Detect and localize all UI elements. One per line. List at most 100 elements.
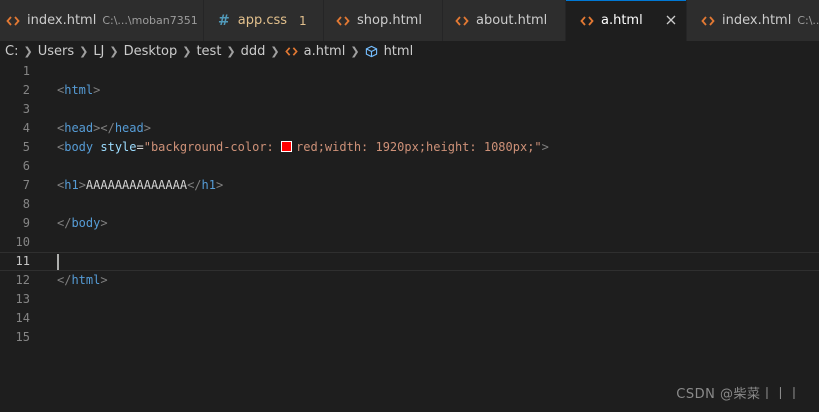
- code-line: 7 <h1>AAAAAAAAAAAAAA</h1>: [0, 176, 819, 195]
- breadcrumb-item-drive[interactable]: C:: [5, 44, 18, 59]
- tab-shop-html[interactable]: shop.html: [324, 0, 443, 41]
- code-editor[interactable]: 1 2 <html> 3 4 <head></head> 5 <body sty…: [0, 62, 819, 412]
- line-number: 1: [22, 64, 30, 78]
- code-content: <h1>AAAAAAAAAAAAAA</h1>: [57, 176, 223, 195]
- line-number: 11: [15, 254, 30, 268]
- tag-name: head: [114, 121, 144, 135]
- tag-bracket: </: [187, 178, 202, 192]
- chevron-right-icon: ❯: [23, 45, 33, 58]
- tag-bracket: >: [143, 121, 151, 135]
- tag-bracket: </: [57, 216, 72, 230]
- tab-index-html[interactable]: index.html C:\...\moban7351: [0, 0, 204, 41]
- line-number: 13: [15, 292, 30, 306]
- tag-bracket: >: [541, 140, 549, 154]
- symbol-cube-icon: [365, 45, 377, 58]
- css-hash-icon: #: [218, 12, 230, 29]
- code-content: </body>: [57, 214, 108, 233]
- line-number: 7: [22, 178, 30, 192]
- line-number: 12: [15, 273, 30, 287]
- tab-label: app.css: [237, 13, 288, 28]
- line-number: 6: [22, 159, 30, 173]
- problems-badge: 1: [299, 13, 307, 28]
- html-code-icon: [284, 47, 298, 56]
- breadcrumb-symbol-label: html: [383, 44, 414, 59]
- line-number: 4: [22, 121, 30, 135]
- text-content: AAAAAAAAAAAAAA: [85, 178, 188, 192]
- tab-label: a.html: [601, 13, 643, 28]
- code-content: <html>: [57, 81, 100, 100]
- code-line: 14: [0, 309, 819, 328]
- breadcrumb-item-desktop[interactable]: Desktop: [124, 44, 178, 59]
- tab-a-html[interactable]: a.html: [566, 0, 687, 41]
- line-number: 5: [22, 140, 30, 154]
- tag-name: body: [71, 216, 101, 230]
- line-number: 9: [22, 216, 30, 230]
- breadcrumb-item-ddd[interactable]: ddd: [241, 44, 266, 59]
- breadcrumb-item-lj[interactable]: LJ: [93, 44, 104, 59]
- code-content: <head></head>: [57, 119, 151, 138]
- breadcrumb-item-file[interactable]: a.html: [284, 44, 345, 59]
- tab-description: C:\...\moban7351: [102, 14, 198, 27]
- html-code-icon: [701, 15, 715, 26]
- tab-label: index.html: [722, 13, 792, 28]
- tag-bracket: </: [100, 121, 115, 135]
- attribute-name: style: [100, 140, 137, 154]
- editor-tab-bar: index.html C:\...\moban7351 # app.css 1 …: [0, 0, 819, 41]
- tag-bracket: >: [215, 178, 224, 192]
- tag-bracket: >: [93, 83, 101, 97]
- tab-about-html[interactable]: about.html: [443, 0, 566, 41]
- code-line: 12 </html>: [0, 271, 819, 290]
- tab-index-html-2[interactable]: index.html C:\...\d: [687, 0, 819, 41]
- tag-name: head: [64, 121, 94, 135]
- code-line: 2 <html>: [0, 81, 819, 100]
- chevron-right-icon: ❯: [79, 45, 89, 58]
- tag-bracket: >: [78, 178, 86, 192]
- equals-sign: =: [136, 140, 144, 154]
- tag-bracket: >: [100, 273, 108, 287]
- breadcrumb-item-test[interactable]: test: [196, 44, 221, 59]
- line-number: 2: [22, 83, 30, 97]
- code-line-current: 11: [0, 252, 819, 271]
- code-content: </html>: [57, 271, 108, 290]
- tag-name: html: [64, 83, 94, 97]
- code-line: 1: [0, 62, 819, 81]
- code-line: 15: [0, 328, 819, 347]
- code-content: <body style="background-color: red;width…: [57, 138, 549, 157]
- color-swatch[interactable]: [281, 141, 293, 152]
- code-line: 9 </body>: [0, 214, 819, 233]
- code-line: 8: [0, 195, 819, 214]
- tag-name: body: [64, 140, 94, 154]
- breadcrumb-item-users[interactable]: Users: [38, 44, 74, 59]
- html-code-icon: [455, 15, 469, 26]
- chevron-right-icon: ❯: [270, 45, 280, 58]
- tab-label: about.html: [476, 13, 548, 28]
- breadcrumb: C: ❯ Users ❯ LJ ❯ Desktop ❯ test ❯ ddd ❯…: [0, 41, 819, 62]
- html-code-icon: [6, 15, 20, 26]
- chevron-right-icon: ❯: [350, 45, 360, 58]
- line-number: 14: [15, 311, 30, 325]
- watermark: CSDN @柴菜丨丨丨: [676, 387, 801, 402]
- line-number: 10: [15, 235, 30, 249]
- tag-name: h1: [64, 178, 79, 192]
- html-code-icon: [580, 15, 594, 26]
- html-code-icon: [336, 15, 350, 26]
- tab-app-css[interactable]: # app.css 1: [204, 0, 324, 41]
- chevron-right-icon: ❯: [109, 45, 119, 58]
- close-icon[interactable]: [664, 13, 678, 27]
- attribute-value-start: "background-color:: [143, 140, 282, 154]
- tag-bracket: </: [57, 273, 72, 287]
- text-cursor: [57, 254, 59, 270]
- tag-name: h1: [201, 178, 216, 192]
- tag-bracket: >: [100, 216, 108, 230]
- breadcrumb-item-symbol[interactable]: html: [365, 44, 414, 59]
- tab-label: index.html: [27, 13, 97, 28]
- line-number: 8: [22, 197, 30, 211]
- code-line: 6: [0, 157, 819, 176]
- chevron-right-icon: ❯: [182, 45, 192, 58]
- line-number: 3: [22, 102, 30, 116]
- chevron-right-icon: ❯: [226, 45, 236, 58]
- attribute-value-end: red;width: 1920px;height: 1080px;": [296, 140, 542, 154]
- code-line: 3: [0, 100, 819, 119]
- code-line: 13: [0, 290, 819, 309]
- tag-name: html: [71, 273, 101, 287]
